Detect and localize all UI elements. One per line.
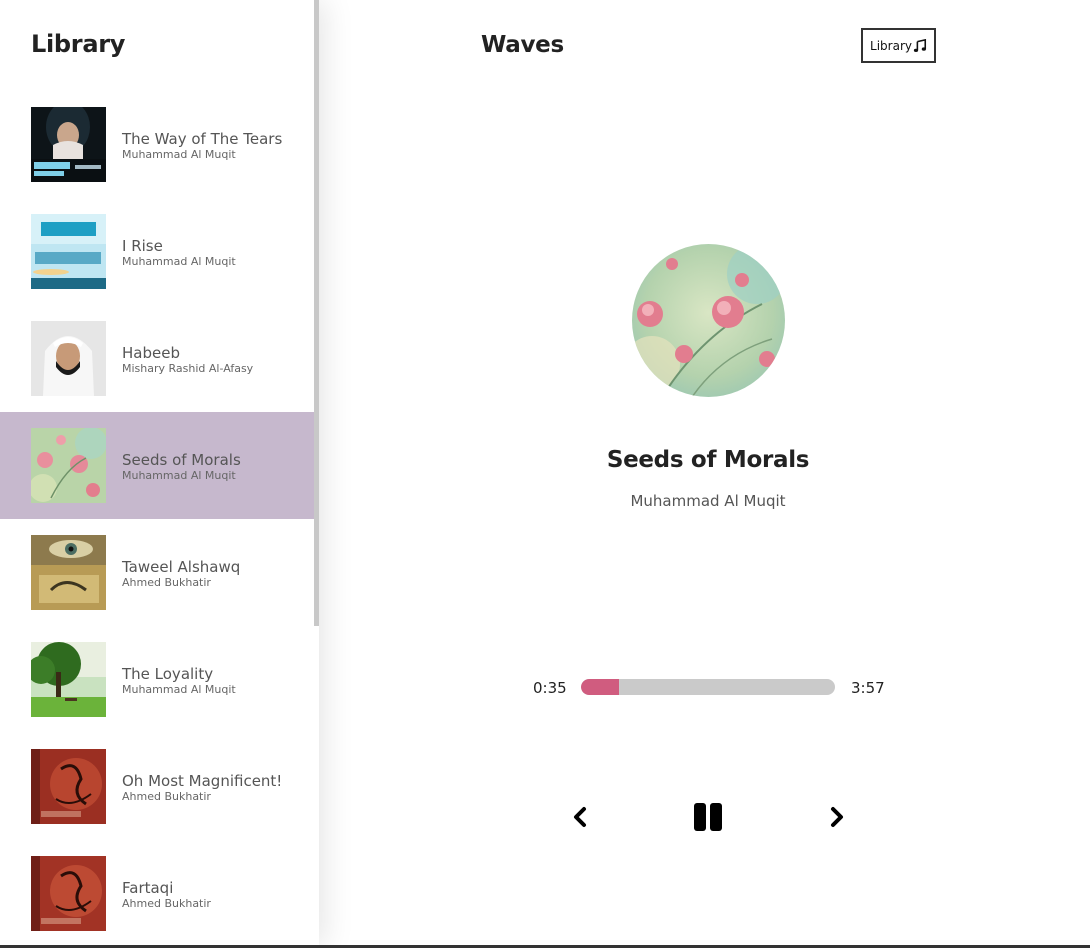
song-name: Fartaqi bbox=[122, 879, 174, 897]
song-artist: Muhammad Al Muqit bbox=[122, 469, 236, 482]
progress-fill bbox=[581, 679, 620, 695]
song-item-way-of-the-tears[interactable]: The Way of The Tears Muhammad Al Muqit bbox=[0, 91, 314, 198]
song-list: The Way of The Tears Muhammad Al Muqit I… bbox=[0, 91, 314, 946]
now-playing-title: Seeds of Morals bbox=[606, 447, 810, 473]
oh-most-magnificent-cover bbox=[31, 749, 106, 824]
song-name: The Way of The Tears bbox=[122, 130, 283, 148]
progress-bar[interactable] bbox=[581, 679, 835, 695]
duration: 3:57 bbox=[851, 679, 885, 697]
song-item-taweel-alshawq[interactable]: Taweel Alshawq Ahmed Bukhatir bbox=[0, 519, 314, 626]
pause-button[interactable] bbox=[692, 803, 724, 835]
sidebar-scrollbar[interactable] bbox=[314, 0, 319, 626]
habeeb-cover bbox=[31, 321, 106, 396]
song-item-oh-most-magnificent[interactable]: Oh Most Magnificent! Ahmed Bukhatir bbox=[0, 733, 314, 840]
song-item-fartaqi[interactable]: Fartaqi Ahmed Bukhatir bbox=[0, 840, 314, 946]
song-item-seeds-of-morals[interactable]: Seeds of Morals Muhammad Al Muqit bbox=[0, 412, 314, 519]
song-artist: Muhammad Al Muqit bbox=[122, 255, 236, 268]
previous-button[interactable] bbox=[566, 804, 594, 834]
loyality-cover bbox=[31, 642, 106, 717]
next-button[interactable] bbox=[823, 804, 851, 834]
now-playing-cover-art bbox=[632, 244, 785, 397]
fartaqi-cover bbox=[31, 856, 106, 931]
library-toggle-button[interactable]: Library bbox=[861, 28, 936, 63]
song-artist: Ahmed Bukhatir bbox=[122, 790, 211, 803]
seeds-of-morals-cover bbox=[31, 428, 106, 503]
music-note-icon bbox=[913, 38, 927, 53]
song-artist: Mishary Rashid Al-Afasy bbox=[122, 362, 254, 375]
chevron-right-icon bbox=[829, 806, 845, 832]
song-name: Taweel Alshawq bbox=[122, 558, 241, 576]
song-name: The Loyality bbox=[122, 665, 214, 683]
library-button-label: Library bbox=[870, 38, 912, 53]
i-rise-cover bbox=[31, 214, 106, 289]
song-artist: Muhammad Al Muqit bbox=[122, 683, 236, 696]
song-item-i-rise[interactable]: I Rise Muhammad Al Muqit bbox=[0, 198, 314, 305]
app-title: Waves bbox=[481, 32, 564, 58]
song-artist: Ahmed Bukhatir bbox=[122, 897, 211, 910]
song-name: Oh Most Magnificent! bbox=[122, 772, 283, 790]
library-sidebar: Library The Way of The Tears Muhammad Al… bbox=[0, 0, 319, 946]
song-artist: Ahmed Bukhatir bbox=[122, 576, 211, 589]
song-name: I Rise bbox=[122, 237, 163, 255]
pause-icon bbox=[693, 802, 723, 836]
chevron-left-icon bbox=[572, 806, 588, 832]
song-item-the-loyality[interactable]: The Loyality Muhammad Al Muqit bbox=[0, 626, 314, 733]
current-time: 0:35 bbox=[533, 679, 567, 697]
sidebar-title: Library bbox=[31, 30, 126, 58]
now-playing-artist: Muhammad Al Muqit bbox=[630, 492, 786, 510]
song-artist: Muhammad Al Muqit bbox=[122, 148, 236, 161]
taweel-alshawq-cover bbox=[31, 535, 106, 610]
song-item-habeeb[interactable]: Habeeb Mishary Rashid Al-Afasy bbox=[0, 305, 314, 412]
way-of-tears-cover bbox=[31, 107, 106, 182]
song-name: Habeeb bbox=[122, 344, 180, 362]
song-name: Seeds of Morals bbox=[122, 451, 241, 469]
